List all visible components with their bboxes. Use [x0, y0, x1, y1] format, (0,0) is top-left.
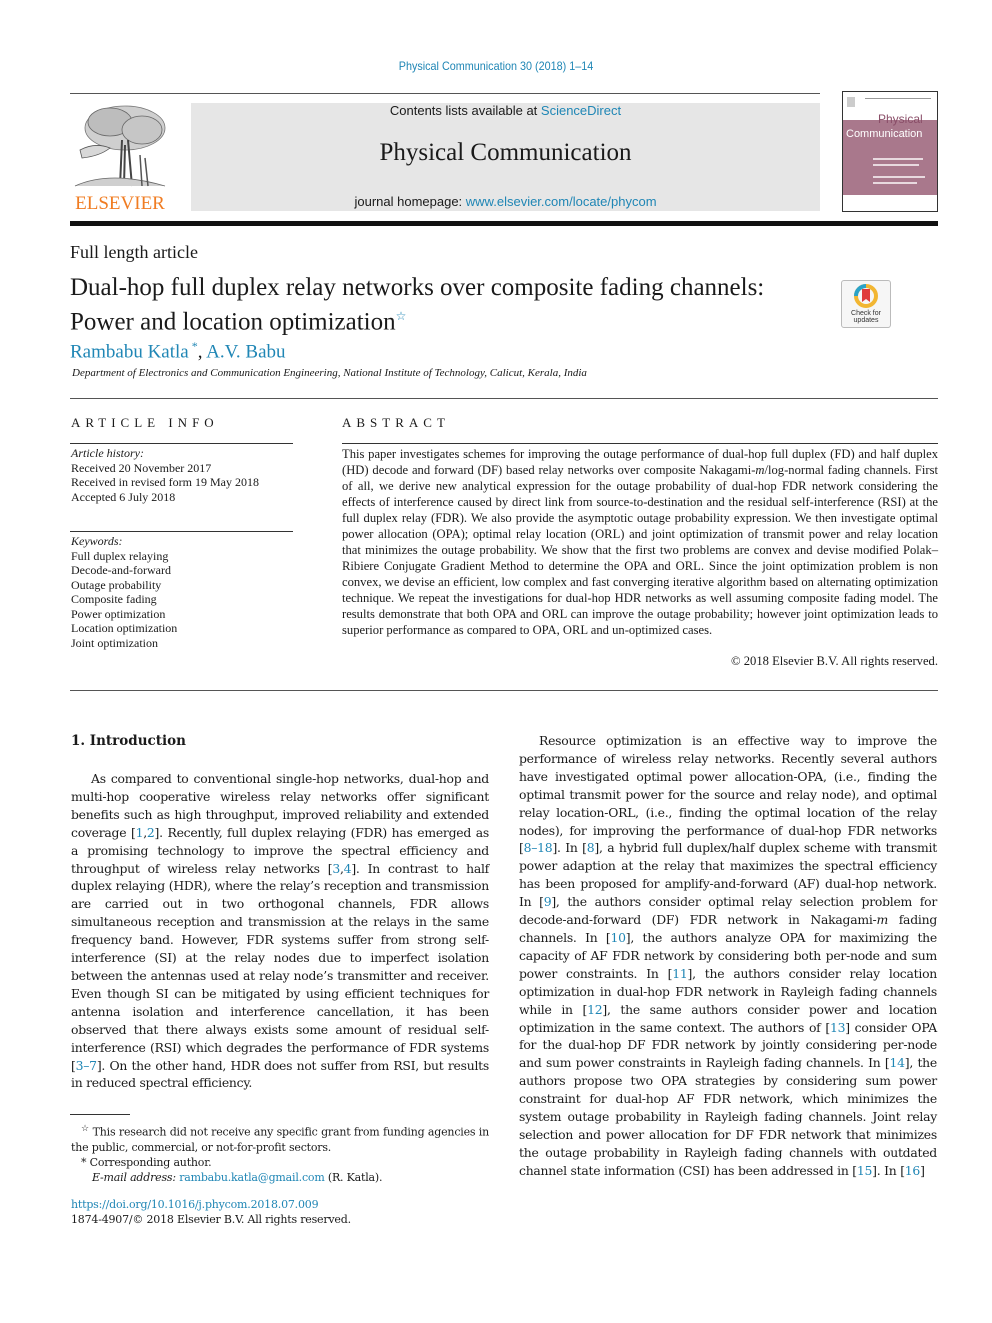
body-text: ]. In [: [552, 840, 587, 856]
title-footnote-star-icon[interactable]: ☆: [396, 309, 407, 323]
article-title-line-1: Dual-hop full duplex relay networks over…: [70, 274, 765, 301]
header-divider: [70, 93, 820, 94]
article-title-text: Power and location optimization: [70, 308, 396, 336]
keywords-label: Keywords:: [71, 534, 123, 548]
author-separator: ,: [197, 341, 207, 363]
doi-block: https://doi.org/10.1016/j.phycom.2018.07…: [71, 1197, 351, 1227]
citation-link[interactable]: 2: [147, 825, 155, 840]
journal-title: Physical Communication: [379, 139, 632, 166]
author-link[interactable]: Rambabu Katla: [70, 341, 189, 362]
abstract-text-part: /log-normal fading channels. First of al…: [342, 463, 938, 637]
article-history: Article history: Received 20 November 20…: [71, 446, 259, 504]
citation-link[interactable]: 3: [332, 861, 340, 876]
keywords-rule: [70, 531, 293, 532]
affiliation: Department of Electronics and Communicat…: [72, 367, 587, 379]
author-link[interactable]: A.V. Babu: [206, 341, 285, 362]
doi-link[interactable]: https://doi.org/10.1016/j.phycom.2018.07…: [71, 1197, 351, 1212]
citation-link[interactable]: 12: [587, 1002, 603, 1017]
abstract-italic-m: m: [755, 463, 765, 477]
body-text: ], the authors propose two OPA strategie…: [519, 1055, 937, 1178]
corresponding-text: Corresponding author.: [89, 1155, 212, 1169]
contents-availability: Contents lists available at ScienceDirec…: [191, 103, 820, 118]
body-text: ]. In [: [872, 1162, 905, 1178]
cover-text-line: [873, 182, 917, 184]
keyword: Outage probability: [71, 577, 162, 592]
citation-link[interactable]: 16: [905, 1163, 921, 1178]
email-suffix: (R. Katla).: [327, 1170, 383, 1184]
body-text: Resource optimization is an effective wa…: [519, 733, 937, 856]
cover-meta-line: [865, 98, 931, 99]
cover-title-physical: Physical: [878, 112, 923, 126]
funding-text: This research did not receive any specif…: [71, 1125, 490, 1154]
history-label: Article history:: [71, 446, 144, 460]
sciencedirect-link[interactable]: ScienceDirect: [541, 103, 621, 118]
history-item: Received in revised form 19 May 2018: [71, 475, 259, 489]
italic-text: m: [876, 912, 888, 928]
footnote-asterisk-icon: *: [81, 1155, 87, 1169]
homepage-prefix: journal homepage:: [354, 194, 466, 209]
author-list: Rambabu Katla *, A.V. Babu: [70, 339, 286, 363]
article-type: Full length article: [70, 242, 198, 262]
article-title-line-2: Power and location optimization☆: [70, 302, 830, 336]
citation-link[interactable]: 11: [672, 966, 688, 981]
email-footnote: E-mail address: rambabu.katla@gmail.com …: [71, 1170, 489, 1185]
article-title: Dual-hop full duplex relay networks over…: [70, 273, 830, 336]
body-text: ]. On the other hand, HDR does not suffe…: [71, 1057, 489, 1091]
cover-text-line: [873, 164, 919, 166]
email-label: E-mail address:: [92, 1170, 176, 1184]
article-info-heading: ARTICLE INFO: [71, 415, 219, 430]
check-updates-label-1: Check for: [851, 310, 882, 317]
cover-text-line: [873, 158, 923, 160]
history-item: Accepted 6 July 2018: [71, 489, 176, 504]
check-updates-icon: Check for updates: [851, 284, 882, 324]
keyword: Decode-and-forward: [71, 563, 171, 577]
cover-title-communication: Communication: [846, 128, 923, 140]
homepage-link[interactable]: www.elsevier.com/locate/phycom: [466, 194, 657, 209]
intro-paragraph-left: As compared to conventional single-hop n…: [71, 770, 489, 1092]
body-text: ], the authors consider optimal relay se…: [519, 894, 937, 928]
check-updates-label-2: updates: [854, 317, 879, 324]
keyword: Location optimization: [71, 621, 178, 635]
cover-text-line: [873, 176, 925, 178]
keywords-list: Keywords: Full duplex relaying Decode-an…: [71, 534, 177, 650]
header-thick-rule: [70, 221, 938, 226]
intro-paragraph-right: Resource optimization is an effective wa…: [519, 732, 937, 1180]
citation-link[interactable]: 13: [830, 1020, 846, 1035]
keyword: Composite fading: [71, 592, 157, 606]
title-divider: [70, 398, 938, 399]
email-link[interactable]: rambabu.katla@gmail.com: [179, 1171, 325, 1184]
section-heading-introduction: 1. Introduction: [71, 733, 186, 749]
abstract-divider: [70, 690, 938, 691]
footnote-star-icon: ☆: [81, 1123, 90, 1134]
footnote-rule: [70, 1114, 130, 1115]
citation-link[interactable]: 10: [611, 930, 627, 945]
citation-link[interactable]: 8–18: [524, 840, 553, 855]
journal-reference[interactable]: Physical Communication 30 (2018) 1–14: [50, 59, 943, 73]
cover-logo-icon: [847, 97, 855, 107]
funding-footnote: ☆ This research did not receive any spec…: [71, 1121, 489, 1155]
citation-link[interactable]: 15: [857, 1163, 873, 1178]
corresponding-author-mark[interactable]: *: [189, 339, 198, 353]
citation-link[interactable]: 3–7: [76, 1058, 97, 1073]
article-info-rule: [70, 443, 293, 444]
citation-link[interactable]: 14: [890, 1055, 906, 1070]
issn-copyright: 1874-4907/© 2018 Elsevier B.V. All right…: [71, 1213, 351, 1226]
abstract-rule: [342, 443, 938, 444]
keyword: Joint optimization: [71, 635, 158, 650]
journal-cover-thumbnail[interactable]: Physical Communication: [842, 91, 938, 212]
keyword: Full duplex relaying: [71, 548, 169, 563]
body-text: ]: [920, 1162, 925, 1178]
abstract-heading: ABSTRACT: [342, 415, 450, 430]
abstract-copyright: © 2018 Elsevier B.V. All rights reserved…: [731, 654, 938, 668]
keyword: Power optimization: [71, 606, 166, 621]
contents-prefix: Contents lists available at: [389, 103, 541, 118]
history-item: Received 20 November 2017: [71, 460, 212, 475]
corresponding-footnote: * Corresponding author.: [71, 1155, 489, 1170]
abstract-text: This paper investigates schemes for impr…: [342, 446, 938, 638]
body-text: ]. In contrast to half duplex relaying (…: [71, 860, 489, 1073]
check-for-updates-button[interactable]: Check for updates: [841, 280, 891, 328]
journal-homepage: journal homepage: www.elsevier.com/locat…: [191, 194, 820, 209]
elsevier-wordmark: ELSEVIER: [75, 193, 165, 214]
footnotes: ☆ This research did not receive any spec…: [71, 1121, 489, 1185]
